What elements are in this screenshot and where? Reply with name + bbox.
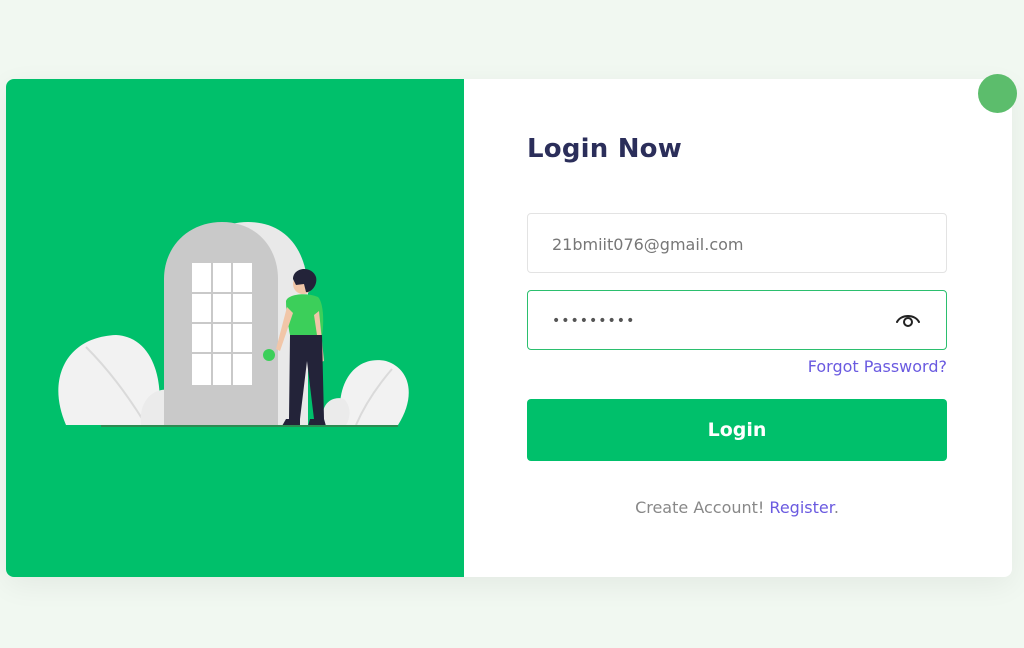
create-account-row: Create Account! Register.: [527, 498, 947, 517]
email-field-wrapper: [527, 213, 947, 274]
password-field-wrapper: [527, 290, 947, 351]
door-window: [192, 263, 252, 385]
corner-dot: [978, 74, 1017, 113]
login-form: Login Now Forgot Password? Login Create …: [464, 79, 1012, 577]
left-leaf-illustration: [58, 335, 181, 426]
register-suffix: .: [833, 498, 839, 517]
login-button[interactable]: Login: [527, 399, 947, 461]
create-account-text: Create Account!: [635, 498, 765, 517]
eye-icon[interactable]: [896, 311, 920, 329]
password-field[interactable]: [550, 291, 894, 351]
door-illustration: [58, 222, 409, 427]
page-title: Login Now: [527, 134, 682, 164]
forgot-password-link[interactable]: Forgot Password?: [789, 357, 947, 376]
illustration-panel: [6, 79, 464, 577]
register-link[interactable]: Register: [769, 498, 833, 517]
email-field[interactable]: [550, 214, 894, 274]
login-card: Login Now Forgot Password? Login Create …: [6, 79, 1012, 577]
right-leaf-illustration: [322, 360, 409, 426]
